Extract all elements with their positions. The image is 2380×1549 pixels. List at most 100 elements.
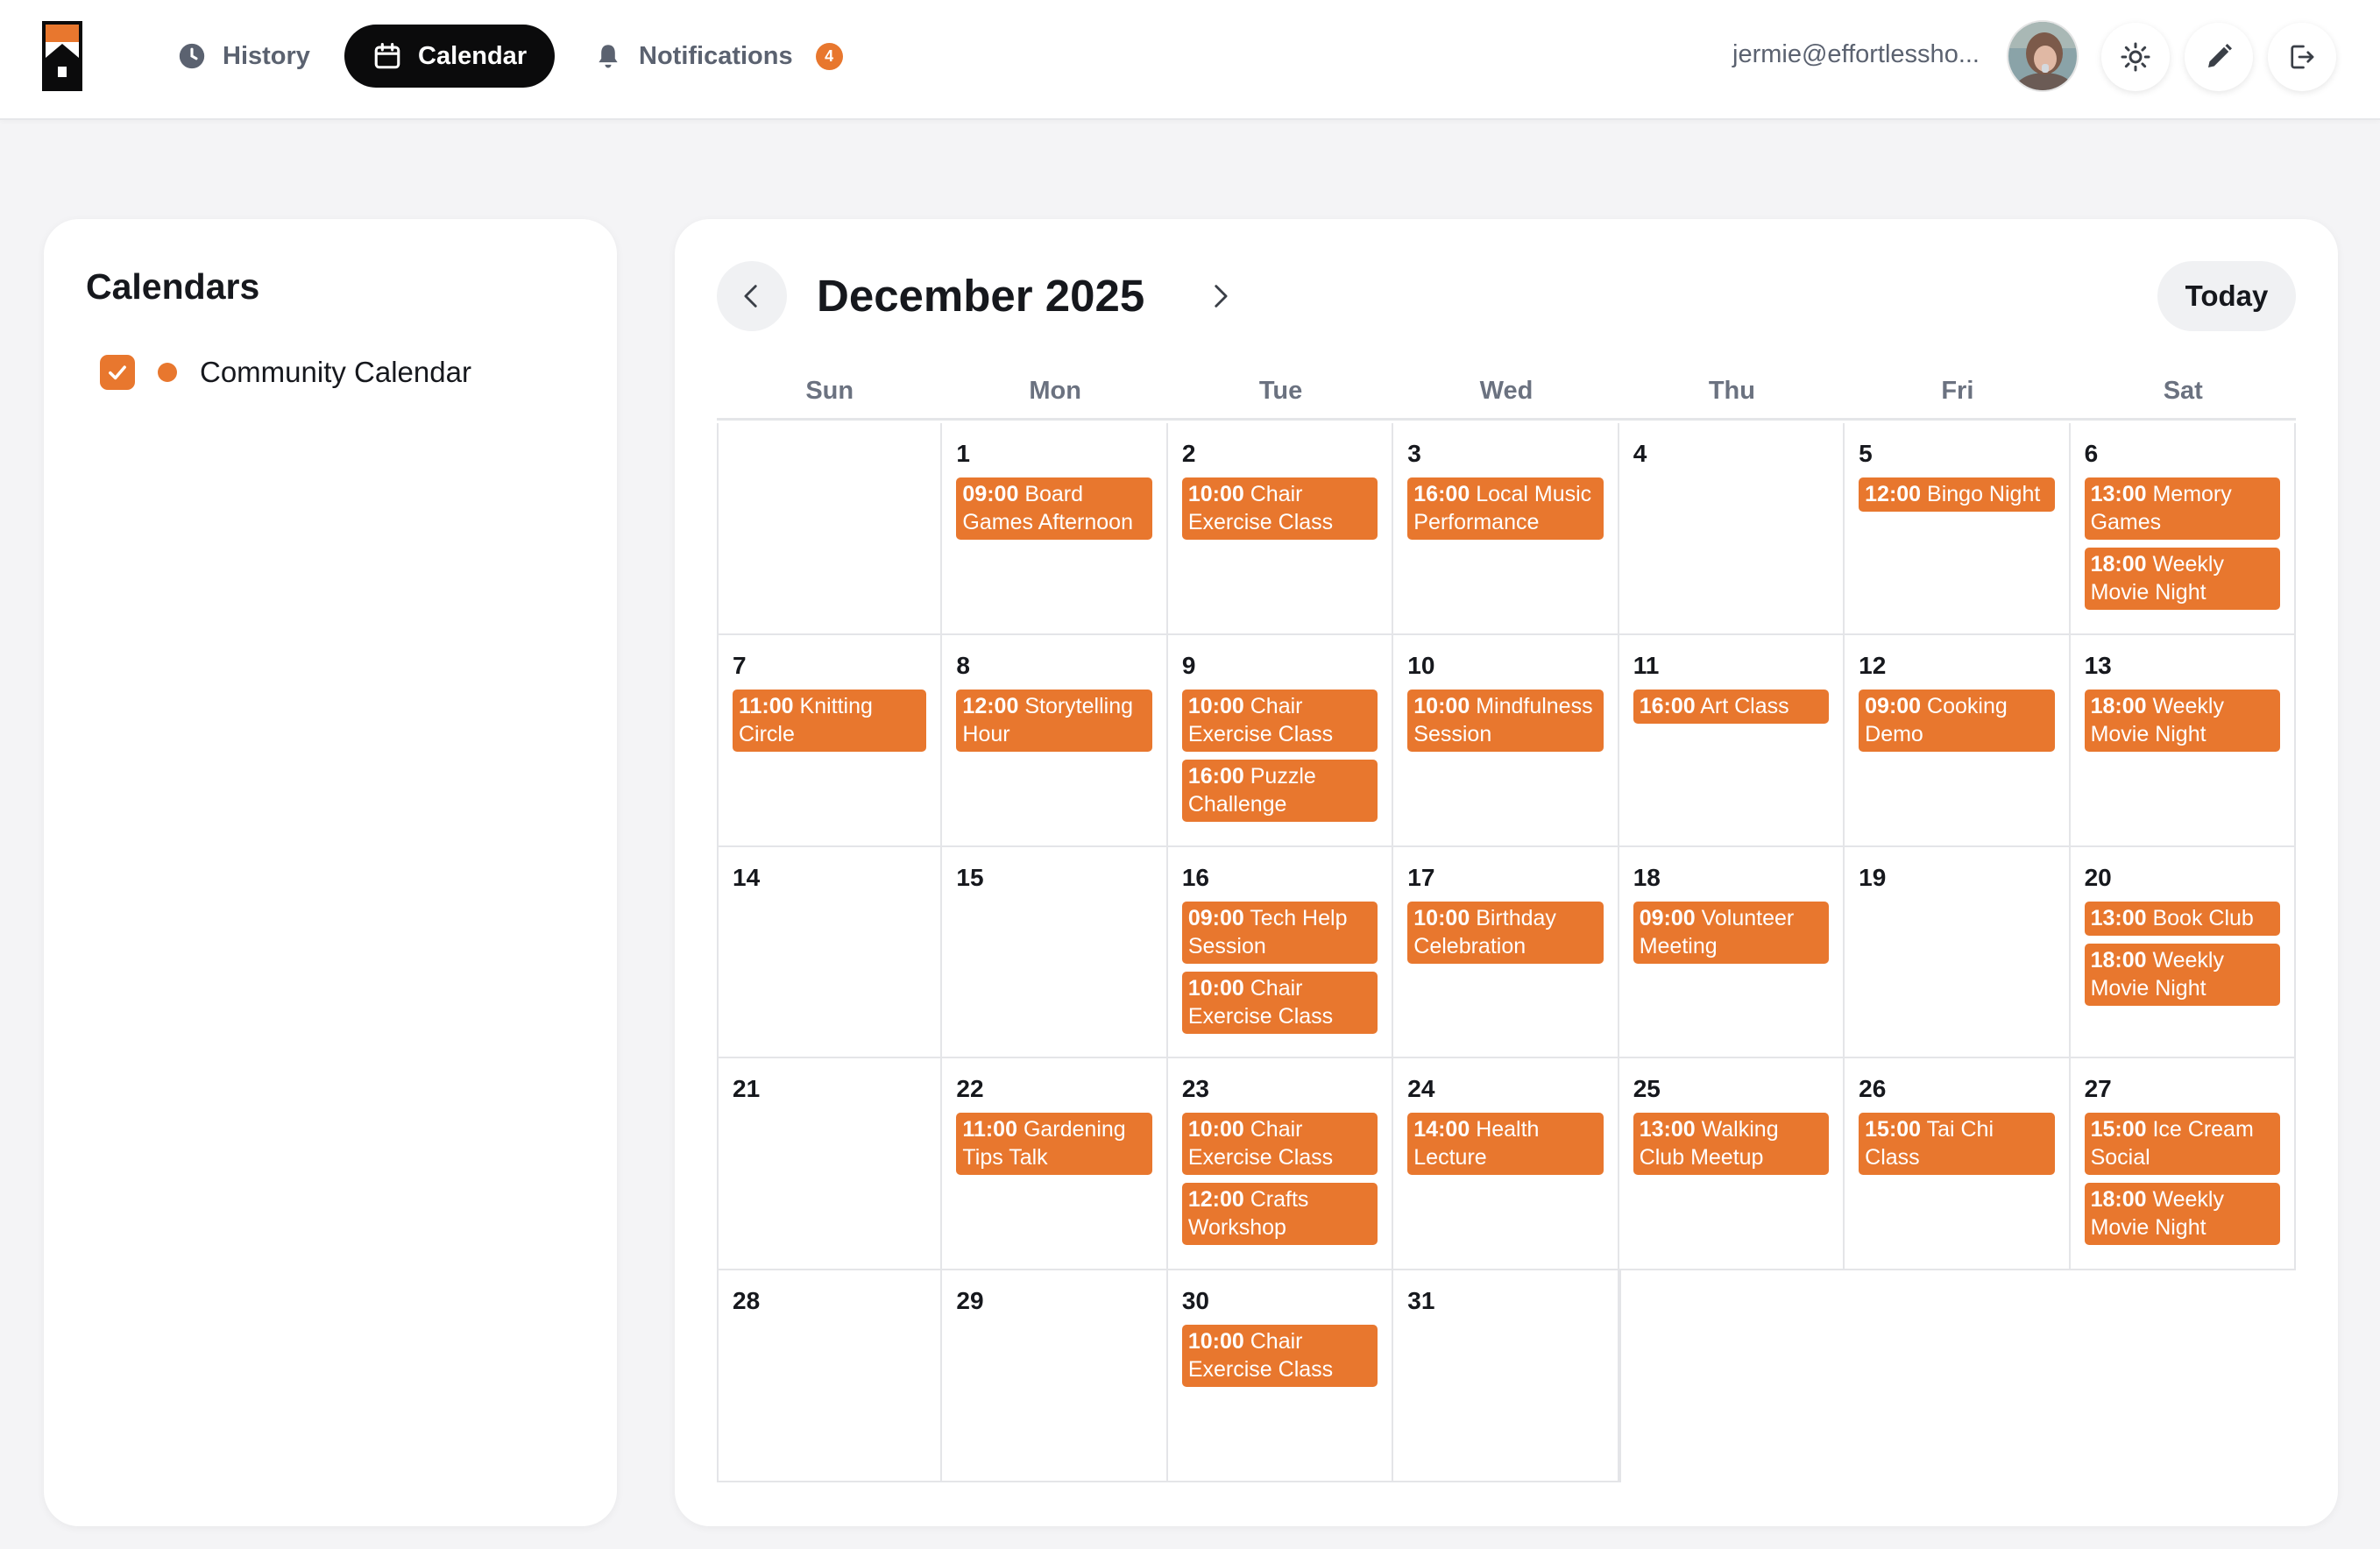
day-cell[interactable]: 30 10:00 Chair Exercise Class <box>1167 1270 1394 1482</box>
calendar-event[interactable]: 11:00 Knitting Circle <box>733 689 927 752</box>
day-number: 20 <box>2084 863 2112 891</box>
today-button[interactable]: Today <box>2157 261 2296 331</box>
user-avatar[interactable] <box>2007 20 2079 92</box>
day-number: 12 <box>1859 651 1887 679</box>
day-cell[interactable]: 2 10:00 Chair Exercise Class <box>1167 423 1394 635</box>
empty-day-cell <box>2071 1270 2296 1482</box>
day-cell[interactable]: 3 16:00 Local Music Performance <box>1393 423 1619 635</box>
calendar-event[interactable]: 09:00 Cooking Demo <box>1859 689 2055 752</box>
next-month-button[interactable] <box>1185 261 1255 331</box>
day-cell[interactable]: 9 10:00 Chair Exercise Class 16:00 Puzzle … <box>1167 634 1394 847</box>
day-cell[interactable]: 16 09:00 Tech Help Session 10:00 Chair Exe… <box>1167 846 1394 1059</box>
event-time: 09:00 <box>1865 693 1922 718</box>
day-cell[interactable]: 15 <box>942 846 1168 1059</box>
calendar-event[interactable]: 16:00 Local Music Performance <box>1407 477 1604 540</box>
day-cell[interactable]: 11 16:00 Art Class <box>1619 634 1845 847</box>
day-cell[interactable]: 20 13:00 Book Club 18:00 Weekly Movie Nigh… <box>2070 846 2296 1059</box>
calendar-event[interactable]: 12:00 Storytelling Hour <box>956 689 1152 752</box>
event-time: 10:00 <box>1187 693 1244 718</box>
calendar-event[interactable]: 10:00 Chair Exercise Class <box>1181 1325 1378 1388</box>
check-icon <box>109 365 126 380</box>
nav-notifications[interactable]: Notifications 4 <box>565 25 871 88</box>
chevron-left-icon <box>744 285 757 308</box>
calendar-event[interactable]: 10:00 Birthday Celebration <box>1407 901 1604 964</box>
calendar-event[interactable]: 12:00 Bingo Night <box>1859 477 2055 512</box>
day-cell[interactable]: 24 14:00 Health Lecture <box>1393 1058 1619 1271</box>
event-time: 10:00 <box>1187 482 1244 506</box>
day-cell[interactable]: 31 <box>1393 1270 1619 1482</box>
event-time: 11:00 <box>962 1117 1017 1142</box>
theme-toggle-button[interactable] <box>2101 23 2170 91</box>
logout-button[interactable] <box>2268 23 2336 91</box>
day-cell[interactable]: 13 18:00 Weekly Movie Night <box>2070 634 2296 847</box>
weekday-label: Thu <box>1708 377 1755 405</box>
day-cell[interactable]: 17 10:00 Birthday Celebration <box>1393 846 1619 1059</box>
event-time: 14:00 <box>1413 1117 1470 1142</box>
calendar-event[interactable]: 18:00 Weekly Movie Night <box>2084 548 2280 610</box>
day-cell[interactable]: 21 <box>717 1058 943 1271</box>
day-cell[interactable]: 7 11:00 Knitting Circle <box>717 634 943 847</box>
day-cell[interactable]: 6 13:00 Memory Games 18:00 Weekly Movie Ni… <box>2070 423 2296 635</box>
calendar-event[interactable]: 10:00 Mindfulness Session <box>1407 689 1604 752</box>
day-number: 21 <box>733 1075 761 1103</box>
user-email: jermie@effortlessho... <box>1732 40 1980 68</box>
day-number: 24 <box>1407 1075 1435 1103</box>
calendar-event[interactable]: 10:00 Chair Exercise Class <box>1181 689 1378 752</box>
day-number: 2 <box>1181 440 1196 467</box>
day-cell[interactable]: 23 10:00 Chair Exercise Class 12:00 Crafts… <box>1167 1058 1394 1271</box>
nav-calendar[interactable]: Calendar <box>344 25 556 88</box>
day-cell[interactable]: 26 15:00 Tai Chi Class <box>1845 1058 2071 1271</box>
day-number: 7 <box>733 651 747 679</box>
calendar-event[interactable]: 10:00 Chair Exercise Class <box>1181 1113 1378 1176</box>
event-time: 16:00 <box>1639 693 1696 718</box>
calendar-event[interactable]: 10:00 Chair Exercise Class <box>1181 477 1378 540</box>
calendar-event[interactable]: 13:00 Book Club <box>2084 901 2280 936</box>
day-number: 14 <box>733 863 761 891</box>
calendar-event[interactable]: 13:00 Walking Club Meetup <box>1633 1113 1830 1176</box>
calendar-event[interactable]: 10:00 Chair Exercise Class <box>1181 971 1378 1034</box>
event-time: 12:00 <box>1865 482 1922 506</box>
day-cell[interactable] <box>717 423 943 635</box>
calendar-event[interactable]: 09:00 Board Games Afternoon <box>956 477 1152 540</box>
app-logo-icon[interactable] <box>42 21 82 91</box>
day-cell[interactable]: 14 <box>717 846 943 1059</box>
previous-month-button[interactable] <box>717 261 787 331</box>
day-cell[interactable]: 19 <box>1845 846 2071 1059</box>
day-cell[interactable]: 27 15:00 Ice Cream Social 18:00 Weekly Mov… <box>2070 1058 2296 1271</box>
calendar-event[interactable]: 12:00 Crafts Workshop <box>1181 1183 1378 1246</box>
calendar-event[interactable]: 11:00 Gardening Tips Talk <box>956 1113 1152 1176</box>
calendar-visibility-checkbox[interactable] <box>100 355 135 390</box>
calendar-event[interactable]: 09:00 Volunteer Meeting <box>1633 901 1830 964</box>
edit-button[interactable] <box>2185 23 2253 91</box>
calendar-event[interactable]: 16:00 Art Class <box>1633 689 1830 724</box>
day-number: 31 <box>1407 1287 1435 1315</box>
calendar-event[interactable]: 18:00 Weekly Movie Night <box>2084 943 2280 1006</box>
day-cell[interactable]: 1 09:00 Board Games Afternoon <box>942 423 1168 635</box>
nav-history[interactable]: History <box>149 25 338 88</box>
calendar-entry-community[interactable]: Community Calendar <box>100 354 471 391</box>
calendar-event[interactable]: 14:00 Health Lecture <box>1407 1113 1604 1176</box>
day-cell[interactable]: 22 11:00 Gardening Tips Talk <box>942 1058 1168 1271</box>
day-cell[interactable]: 10 10:00 Mindfulness Session <box>1393 634 1619 847</box>
nav-calendar-label: Calendar <box>418 41 528 70</box>
notifications-count-badge: 4 <box>815 42 843 70</box>
calendar-event[interactable]: 15:00 Tai Chi Class <box>1859 1113 2055 1176</box>
calendar-event[interactable]: 09:00 Tech Help Session <box>1181 901 1378 964</box>
event-time: 15:00 <box>2090 1117 2147 1142</box>
day-number: 19 <box>1859 863 1887 891</box>
top-bar: History Calendar Notifications 4 jermie@… <box>0 0 2380 120</box>
day-cell[interactable]: 18 09:00 Volunteer Meeting <box>1619 846 1845 1059</box>
day-cell[interactable]: 12 09:00 Cooking Demo <box>1845 634 2071 847</box>
calendar-event[interactable]: 18:00 Weekly Movie Night <box>2084 689 2280 752</box>
calendar-event[interactable]: 13:00 Memory Games <box>2084 477 2280 540</box>
calendar-event[interactable]: 15:00 Ice Cream Social <box>2084 1113 2280 1176</box>
day-cell[interactable]: 25 13:00 Walking Club Meetup <box>1619 1058 1845 1271</box>
calendar-event[interactable]: 16:00 Puzzle Challenge <box>1181 759 1378 822</box>
day-cell[interactable]: 4 <box>1619 423 1845 635</box>
calendar-event[interactable]: 18:00 Weekly Movie Night <box>2084 1183 2280 1246</box>
day-cell[interactable]: 29 <box>942 1270 1168 1482</box>
event-title: Bingo Night <box>1927 482 2041 506</box>
day-cell[interactable]: 28 <box>717 1270 943 1482</box>
day-cell[interactable]: 5 12:00 Bingo Night <box>1845 423 2071 635</box>
day-cell[interactable]: 8 12:00 Storytelling Hour <box>942 634 1168 847</box>
